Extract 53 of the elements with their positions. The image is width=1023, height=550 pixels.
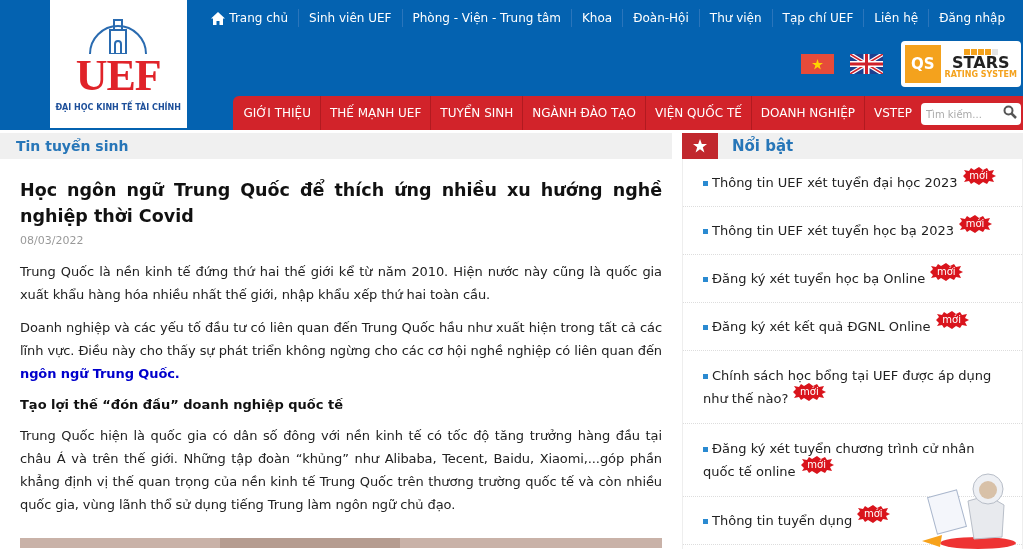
uk-flag-icon[interactable] [850, 54, 883, 74]
nav-link[interactable]: Đăng nhập [928, 9, 1015, 27]
nav-link[interactable]: Đoàn-Hội [622, 9, 699, 27]
article-paragraph: Trung Quốc là nền kinh tế đứng thứ hai thế giới kể từ năm 2010. Hiện nước này cũng là quốc gia xuất khẩu hàng hóa nhiều nhất thế giới, nhập khẩu xếp thứ hai toàn cầu. [20, 262, 662, 304]
vietnam-flag-icon[interactable] [801, 54, 834, 74]
menu-item[interactable]: TUYỂN SINH [430, 96, 523, 130]
bullet-icon [703, 229, 708, 234]
article-title: Học ngôn ngữ Trung Quốc để thích ứng nhiều xu hướng nghề nghiệp thời Covid [20, 178, 662, 228]
nav-link[interactable]: Tạp chí UEF [771, 9, 864, 27]
featured-link[interactable]: Chính sách học bổng tại UEF được áp dụng như thế nào? mới [703, 364, 1002, 410]
bullet-icon [703, 181, 708, 186]
nav-link[interactable]: Sinh viên UEF [298, 9, 402, 27]
logo[interactable]: UEF ĐẠI HỌC KINH TẾ TÀI CHÍNH [49, 0, 187, 128]
logo-subtitle: ĐẠI HỌC KINH TẾ TÀI CHÍNH [55, 102, 181, 114]
featured-title: Nổi bật [732, 135, 794, 157]
menu-item[interactable]: THẾ MẠNH UEF [319, 96, 431, 130]
nav-link[interactable]: Phòng - Viện - Trung tâm [401, 9, 571, 27]
new-badge: mới [792, 383, 827, 401]
bullet-icon [703, 325, 708, 330]
nav-link[interactable]: Khoa [571, 9, 623, 27]
bullet-icon [703, 447, 708, 452]
nav-link[interactable]: Thư viện [698, 9, 772, 27]
featured-link[interactable]: Đăng ký xét tuyển chương trình cử nhân quốc tế online mới [703, 437, 1002, 483]
star-icon [693, 139, 707, 153]
bullet-icon [703, 374, 708, 379]
new-badge: mới [856, 505, 891, 523]
article-date: 08/03/2022 [20, 233, 85, 249]
menu-item[interactable]: DOANH NGHIỆP [750, 96, 864, 130]
qs-subtitle: RATING SYSTEM [944, 71, 1017, 79]
article-link[interactable]: ngôn ngữ Trung Quốc. [20, 365, 180, 381]
search-field[interactable]: Tìm kiếm... [921, 103, 1021, 126]
menu-item[interactable]: VIỆN QUỐC TẾ [644, 96, 751, 130]
article-paragraph: Trung Quốc hiện là quốc gia có dân số đông với nền kinh tế có tốc độ tăng trưởng hàng đầu tại châu Á và trên thế giới. Những tập đoàn “khủng” như Alibaba, Tecent, Baidu, Xiaomi,...góp phần khẳng định vị thế quan trọng của nền kinh tế Trung Quốc trên thương trường quốc tế và còn nhiều quốc gia, vùng lãnh thổ sử dụng tiếng Trung làm ngôn ngữ chủ đạo. [20, 427, 662, 514]
section-title: Tin tuyển sinh [16, 136, 129, 156]
new-badge: mới [934, 311, 969, 329]
new-badge: mới [929, 263, 964, 281]
bullet-icon [703, 277, 708, 282]
new-badge: mới [961, 167, 996, 185]
bullet-icon [703, 519, 708, 524]
logo-wordmark: UEF [75, 54, 161, 98]
nav-link[interactable]: Liên hệ [863, 9, 929, 27]
article-paragraph: Doanh nghiệp và các yếu tố đầu tư có liên quan đến Trung Quốc hầu như xuất hiện trong tất cả các lĩnh vực. Điều này cho thấy sự phát triển không ngừng cho các cơ hội nghề nghiệp có liên quan đến ngôn ngữ Trung Quốc. [20, 318, 662, 383]
article-subheading: Tạo lợi thế “đón đầu” doanh nghiệp quốc tế [20, 395, 344, 414]
qs-mark: QS [905, 45, 941, 83]
qs-title: STARS [952, 55, 1010, 71]
qs-stars-badge[interactable]: QS STARS RATING SYSTEM [901, 41, 1021, 87]
new-badge: mới [799, 456, 834, 474]
menu-item[interactable]: GIỚI THIỆU [234, 96, 320, 130]
search-icon[interactable] [1003, 104, 1017, 119]
home-icon [211, 11, 226, 25]
menu-item[interactable]: NGÀNH ĐÀO TẠO [522, 96, 645, 130]
home-link[interactable]: Trang chủ [201, 9, 298, 27]
new-badge: mới [958, 215, 992, 233]
